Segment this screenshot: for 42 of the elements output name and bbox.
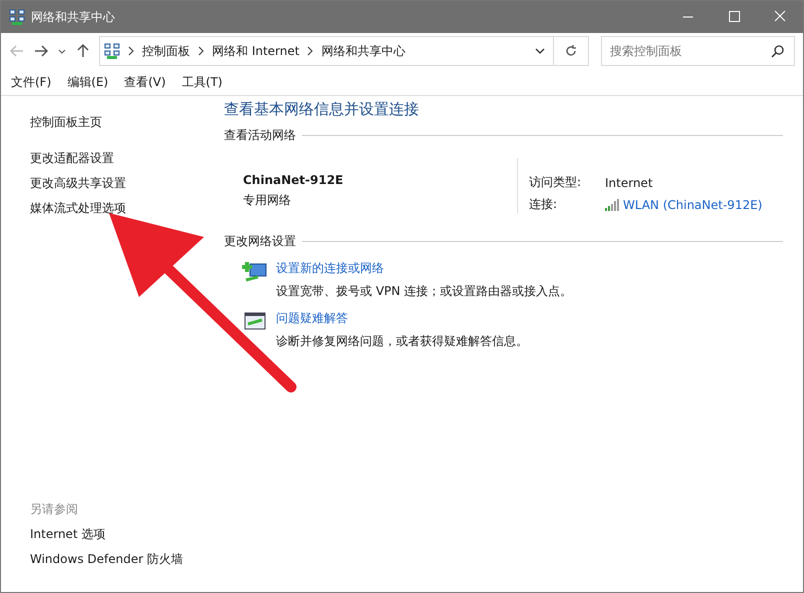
breadcrumb[interactable]: 网络和共享中心 [321,42,406,60]
network-type: 专用网络 [243,192,292,209]
task-description: 诊断并修复网络问题，或者获得疑难解答信息。 [276,333,528,350]
menu-item[interactable]: 文件(F) [11,74,52,90]
connection-link[interactable]: WLAN (ChinaNet-912E) [623,198,762,212]
sidebar-link[interactable]: 媒体流式处理选项 [30,196,195,221]
page-heading: 查看基本网络信息并设置连接 [224,100,420,119]
signal-icon [605,198,619,210]
section-heading: 更改网络设置 [224,233,296,250]
forward-icon[interactable] [33,43,49,59]
section-heading: 查看活动网络 [224,127,296,144]
window-title: 网络和共享中心 [31,8,115,26]
network-icon [104,43,120,59]
breadcrumb[interactable]: 网络和 Internet [212,42,300,60]
sidebar-link[interactable]: 更改适配器设置 [30,146,195,171]
sidebar-link[interactable]: 控制面板主页 [30,110,195,135]
breadcrumb[interactable]: 控制面板 [142,42,190,60]
task-link[interactable]: 设置新的连接或网络 [276,260,572,277]
address-bar[interactable]: 控制面板 网络和 Internet 网络和共享中心 [99,36,589,66]
menu-item[interactable]: 编辑(E) [67,74,108,90]
network-name: ChinaNet-912E [243,173,344,187]
task-link[interactable]: 问题疑难解答 [276,310,528,327]
network-icon [9,9,25,25]
sidebar-link[interactable]: 更改高级共享设置 [30,171,195,196]
up-icon[interactable] [75,43,91,59]
sidebar-link[interactable]: Internet 选项 [30,522,195,547]
search-icon [771,44,785,58]
task-description: 设置宽带、拨号或 VPN 连接；或设置路由器或接入点。 [276,283,572,300]
access-type-value: Internet [605,176,653,190]
menu-item[interactable]: 查看(V) [124,74,166,90]
new-connection-icon [242,260,268,284]
section-heading: 另请参阅 [30,501,79,518]
dropdown-icon[interactable] [534,46,546,56]
chevron-icon [127,46,135,56]
connection-label: 连接: [529,196,558,213]
sidebar-link[interactable]: Windows Defender 防火墙 [30,547,195,572]
search-field[interactable]: 搜索控制面板 [601,36,795,66]
chevron-icon [197,46,205,56]
menu-item[interactable]: 工具(T) [182,74,222,90]
refresh-icon [564,44,578,58]
access-type-label: 访问类型: [529,174,582,191]
chevron-icon [306,46,314,56]
